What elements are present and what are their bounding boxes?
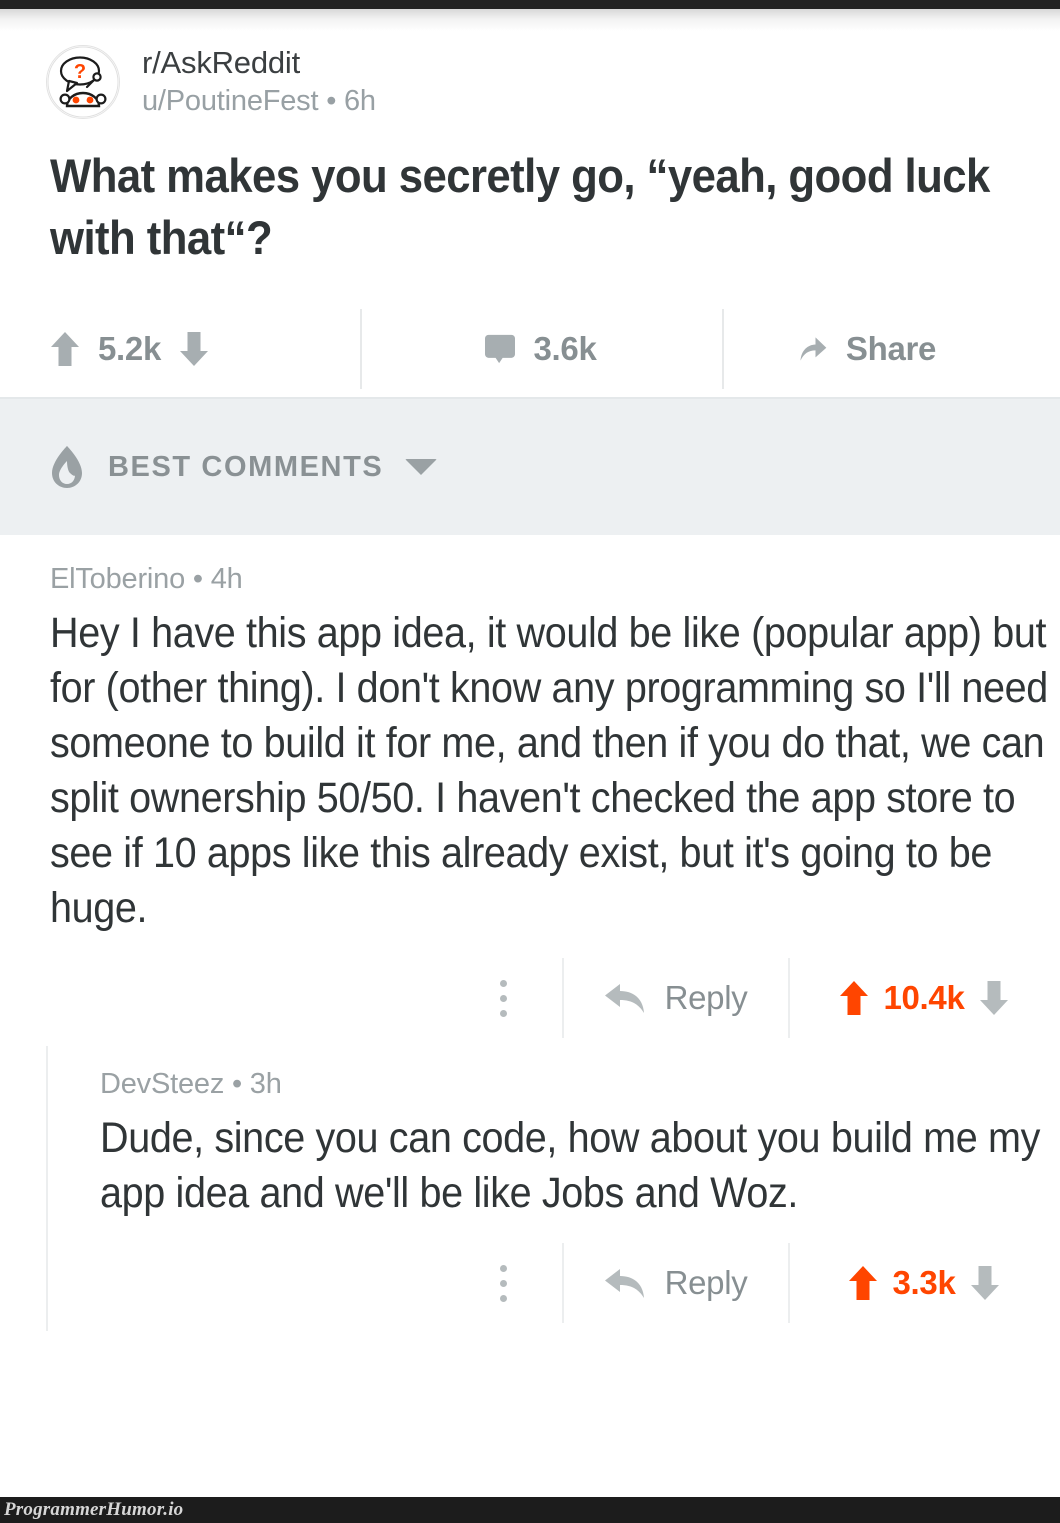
action-bar-spacer: [50, 950, 444, 1046]
downvote-arrow-icon[interactable]: [970, 1263, 1000, 1303]
top-gradient-fade: [0, 9, 1060, 31]
comment-action-bar: Reply 3.3k: [100, 1235, 1060, 1331]
comment-vote-group: 3.3k: [788, 1235, 1060, 1331]
comment-body: Hey I have this app idea, it would be li…: [50, 609, 1048, 933]
reply-arrow-icon: [604, 1269, 644, 1299]
top-dark-strip: [0, 0, 1060, 9]
watermark-bar: ProgrammerHumor.io: [0, 1497, 1060, 1523]
reply-label: Reply: [664, 1264, 748, 1302]
post-comment-count: 3.6k: [533, 330, 597, 368]
comment-body: Dude, since you can code, how about you …: [100, 1114, 1041, 1218]
reply-arrow-icon: [604, 984, 644, 1014]
comment-action-bar: Reply 10.4k: [50, 950, 1060, 1046]
reply-button[interactable]: Reply: [562, 950, 788, 1046]
svg-text:?: ?: [74, 61, 86, 83]
post-byline: u/PoutineFest • 6h: [142, 84, 376, 117]
post-share-label: Share: [845, 330, 937, 368]
askreddit-snoo-question-avatar[interactable]: ?: [46, 45, 120, 119]
post-header-text: r/AskReddit u/PoutineFest • 6h: [142, 45, 376, 119]
post-vote-group: 5.2k: [50, 303, 360, 395]
comment-thread-root: ElToberino • 4h Hey I have this app idea…: [0, 535, 1060, 1046]
post-action-bar: 5.2k 3.6k Share: [0, 303, 1060, 395]
flame-icon: [52, 446, 82, 489]
reply-label: Reply: [664, 979, 748, 1017]
post-score: 5.2k: [98, 330, 162, 368]
kebab-dot: [499, 979, 507, 987]
reddit-post-page: ? r/AskReddit u/PoutineFest • 6h What ma…: [0, 31, 1060, 1523]
more-options-icon[interactable]: [499, 976, 507, 1021]
comment-byline[interactable]: DevSteez • 3h: [100, 1068, 1060, 1101]
downvote-arrow-icon[interactable]: [979, 978, 1009, 1018]
post-share-group[interactable]: Share: [722, 303, 1012, 395]
chevron-down-icon[interactable]: [405, 459, 438, 476]
comment-score: 3.3k: [892, 1264, 956, 1302]
comment-thread-reply: DevSteez • 3h Dude, since you can code, …: [46, 1046, 1060, 1332]
post-header: ? r/AskReddit u/PoutineFest • 6h: [0, 31, 1060, 119]
subreddit-name[interactable]: r/AskReddit: [142, 45, 376, 82]
watermark-label: ProgrammerHumor.io: [4, 1499, 184, 1520]
comment-bubble-icon[interactable]: [485, 329, 516, 369]
more-options-button[interactable]: [444, 1235, 562, 1331]
action-bar-spacer: [100, 1235, 444, 1331]
comment-byline[interactable]: ElToberino • 4h: [50, 563, 1060, 596]
kebab-dot: [499, 994, 507, 1002]
upvote-arrow-icon[interactable]: [50, 329, 80, 369]
kebab-dot: [499, 1294, 507, 1302]
reply-button[interactable]: Reply: [562, 1235, 788, 1331]
share-arrow-icon[interactable]: [798, 329, 828, 369]
more-options-button[interactable]: [444, 950, 562, 1046]
upvote-arrow-icon[interactable]: [839, 978, 869, 1018]
post-comments-group[interactable]: 3.6k: [360, 303, 722, 395]
more-options-icon[interactable]: [499, 1261, 507, 1306]
upvote-arrow-icon[interactable]: [848, 1263, 878, 1303]
comment-sort-label: BEST COMMENTS: [108, 450, 384, 483]
comment-sort-bar[interactable]: BEST COMMENTS: [0, 397, 1060, 536]
post-title[interactable]: What makes you secretly go, “yeah, good …: [50, 145, 1054, 269]
comment-score: 10.4k: [883, 979, 965, 1017]
comment-vote-group: 10.4k: [788, 950, 1060, 1046]
downvote-arrow-icon[interactable]: [179, 329, 209, 369]
kebab-dot: [499, 1264, 507, 1272]
kebab-dot: [499, 1009, 507, 1017]
kebab-dot: [499, 1279, 507, 1287]
